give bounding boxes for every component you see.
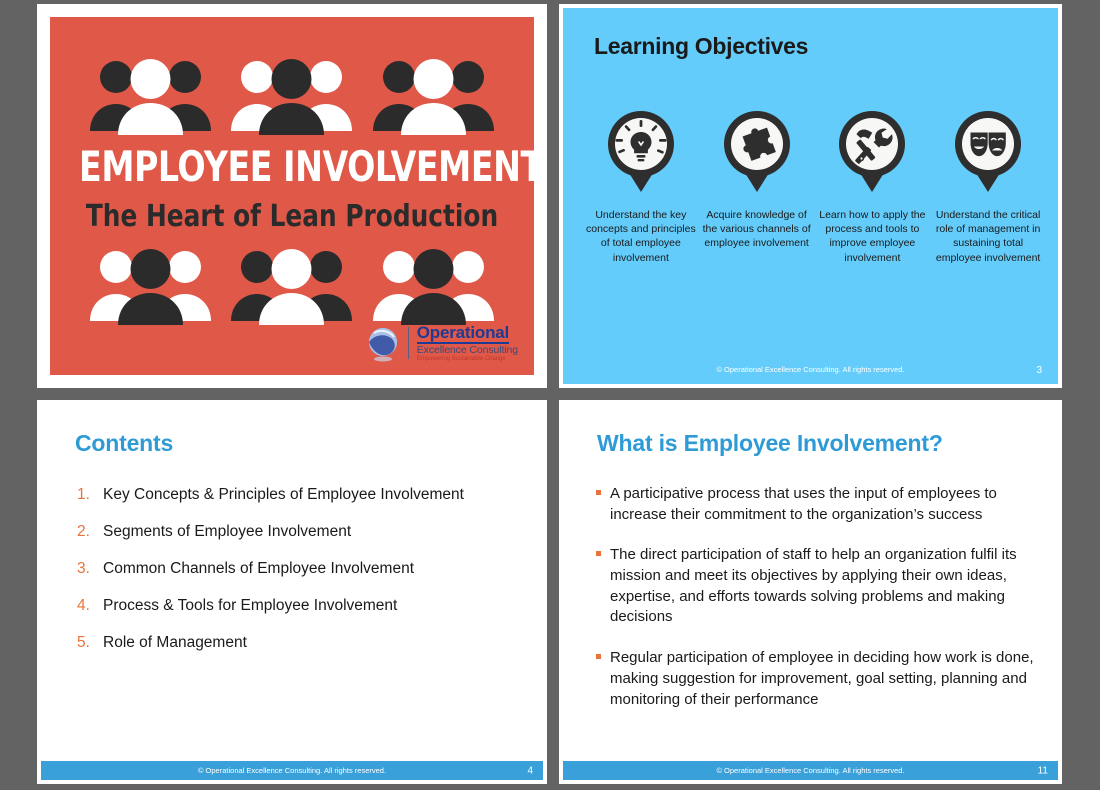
contents-label-1: Key Concepts & Principles of Employee In… [103,486,464,503]
square-bullet-icon [591,648,610,710]
main-title: EMPLOYEE INVOLVEMENT [79,142,543,191]
list-item: A participative process that uses the in… [591,484,1038,525]
list-item[interactable]: 2. Segments of Employee Involvement [77,523,519,541]
logo-divider [407,327,409,359]
objectives-title: Learning Objectives [594,33,809,59]
list-item[interactable]: 1. Key Concepts & Principles of Employee… [77,486,519,504]
objective-caption-3: Learn how to apply the process and tools… [819,209,926,264]
whatis-bullet-1: A participative process that uses the in… [610,485,997,523]
objective-caption-4: Understand the critical role of manageme… [935,209,1041,264]
whatis-footer-bar: © Operational Excellence Consulting. All… [563,761,1058,780]
objectives-blue-panel: Learning Objectives Understand the key c… [563,8,1058,384]
objective-item-1: Understand the key concepts and principl… [583,108,699,265]
square-bullet-icon [591,484,610,525]
objective-caption-1: Understand the key concepts and principl… [586,209,696,264]
contents-panel: Contents 1. Key Concepts & Principles of… [41,404,543,780]
people-group-3 [366,55,501,135]
contents-number-5: 5. [77,634,90,651]
people-group-4 [83,245,218,325]
slide-thumbnail-learning-objectives[interactable]: Learning Objectives Understand the key c… [559,4,1062,388]
slide-thumbnail-what-is-employee-involvement[interactable]: What is Employee Involvement? A particip… [559,400,1062,784]
title-slide-red-panel: EMPLOYEE INVOLVEMENT The Heart of Lean P… [50,17,543,375]
contents-number-2: 2. [77,523,90,540]
contents-label-5: Role of Management [103,634,247,651]
whatis-bullet-3: Regular participation of employee in dec… [610,649,1034,708]
contents-list: 1. Key Concepts & Principles of Employee… [77,486,519,671]
puzzle-piece-icon [723,111,790,192]
hammer-wrench-icon [839,111,906,192]
contents-number-3: 3. [77,560,90,577]
people-group-5 [224,245,359,325]
list-item: The direct participation of staff to hel… [591,545,1038,628]
people-row-bottom [80,245,504,325]
people-group-6 [366,245,501,325]
logo-line-operational: Operational [416,322,510,344]
objective-item-3: Learn how to apply the process and tools… [815,108,931,265]
square-bullet-icon [591,545,610,628]
logo-line-excellence: Excellence Consulting [416,343,518,356]
contents-footer-bar: © Operational Excellence Consulting. All… [41,761,543,780]
contents-heading: Contents [75,430,174,456]
contents-label-2: Segments of Employee Involvement [103,523,352,540]
whatis-footer-copyright: © Operational Excellence Consulting. All… [716,766,905,775]
objectives-footer-copyright: © Operational Excellence Consulting. All… [716,365,905,374]
list-item[interactable]: 3. Common Channels of Employee Involveme… [77,560,519,578]
contents-page-number: 4 [527,765,533,776]
contents-label-4: Process & Tools for Employee Involvement [103,597,398,614]
contents-footer-copyright: © Operational Excellence Consulting. All… [197,766,387,775]
contents-label-3: Common Channels of Employee Involvement [103,560,415,577]
people-group-1 [83,55,218,135]
title-text-block: EMPLOYEE INVOLVEMENT The Heart of Lean P… [50,142,543,235]
people-row-top [80,55,504,135]
sub-title: The Heart of Lean Production [85,199,499,235]
theater-masks-icon [955,111,1022,192]
objective-item-4: Understand the critical role of manageme… [930,108,1046,265]
logo-text-block: Operational Excellence Consulting Empowe… [414,322,518,363]
whatis-bullet-2: The direct participation of staff to hel… [610,546,1017,626]
list-item[interactable]: 4. Process & Tools for Employee Involvem… [77,597,519,615]
slide-thumbnail-title[interactable]: EMPLOYEE INVOLVEMENT The Heart of Lean P… [37,4,547,388]
logo-tagline: Empowering Sustainable Change [416,356,506,363]
contents-number-1: 1. [77,486,90,503]
whatis-page-number: 11 [1037,765,1048,776]
contents-number-4: 4. [77,597,90,614]
whatis-heading: What is Employee Involvement? [597,430,943,456]
whatis-bullet-list: A participative process that uses the in… [591,484,1038,730]
whatis-panel: What is Employee Involvement? A particip… [563,404,1058,780]
objective-caption-2: Acquire knowledge of the various channel… [702,209,811,250]
people-group-2 [224,55,359,135]
objectives-page-number: 3 [1036,365,1042,376]
objectives-grid: Understand the key concepts and principl… [583,108,1046,265]
list-item: Regular participation of employee in dec… [591,648,1038,710]
slide-deck-grid: EMPLOYEE INVOLVEMENT The Heart of Lean P… [0,0,1100,790]
lightbulb-icon [607,111,674,192]
company-logo: Operational Excellence Consulting Empowe… [363,323,518,363]
slide-thumbnail-contents[interactable]: Contents 1. Key Concepts & Principles of… [37,400,547,784]
objective-item-2: Acquire knowledge of the various channel… [699,108,815,265]
globe-icon [368,328,397,362]
list-item[interactable]: 5. Role of Management [77,634,519,652]
